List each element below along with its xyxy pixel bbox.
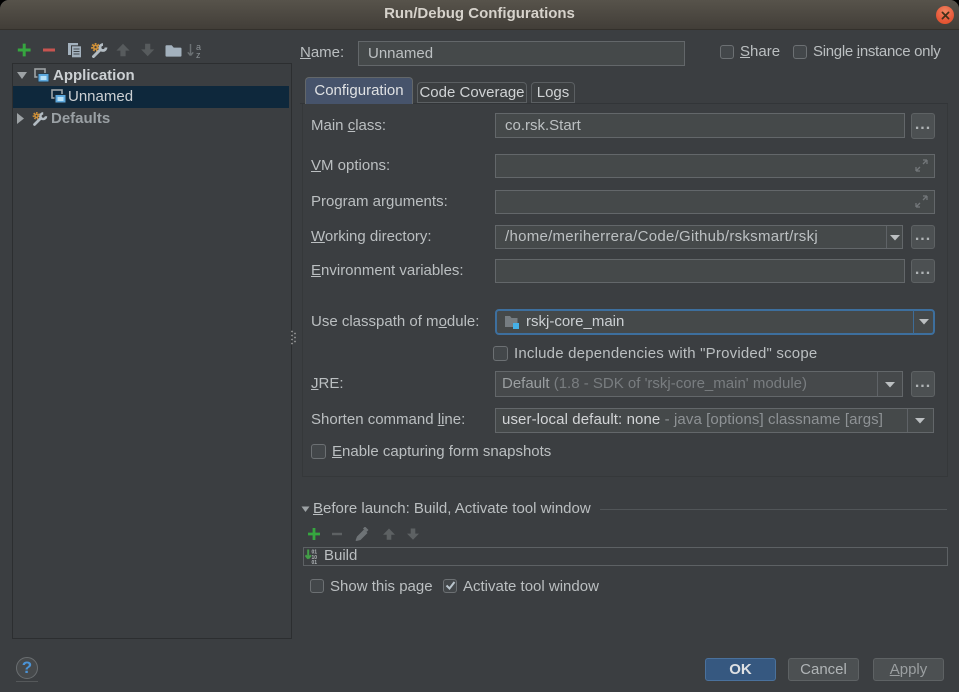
svg-text:01: 01 (312, 560, 318, 564)
svg-text:z: z (196, 50, 201, 58)
